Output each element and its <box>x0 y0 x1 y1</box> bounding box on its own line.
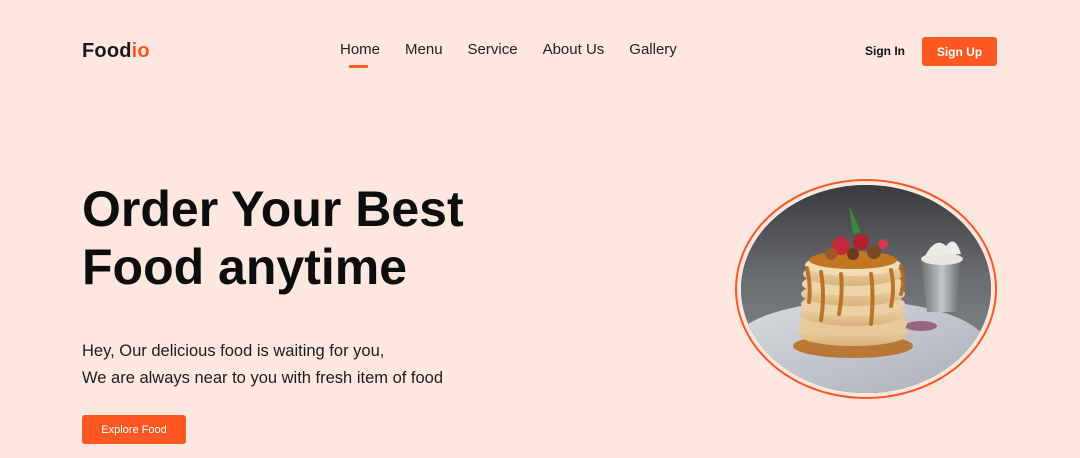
hero-subtitle-line-1: Hey, Our delicious food is waiting for y… <box>82 342 385 360</box>
nav-item-service[interactable]: Service <box>468 41 518 58</box>
brand-logo[interactable]: Foodio <box>82 40 150 63</box>
hero-title-line-1: Order Your Best <box>82 181 464 237</box>
hero-subtitle: Hey, Our delicious food is waiting for y… <box>82 338 562 392</box>
nav-item-gallery[interactable]: Gallery <box>629 41 677 58</box>
explore-food-button[interactable]: Explore Food <box>82 415 186 444</box>
brand-name-main: Food <box>82 40 132 62</box>
hero-title: Order Your Best Food anytime <box>82 180 542 296</box>
sign-up-button[interactable]: Sign Up <box>922 37 997 66</box>
hero-title-line-2: Food anytime <box>82 239 408 295</box>
sign-in-link[interactable]: Sign In <box>865 44 905 58</box>
main-nav: Home Menu Service About Us Gallery <box>340 41 677 68</box>
hero-subtitle-line-2: We are always near to you with fresh ite… <box>82 369 444 387</box>
nav-item-home[interactable]: Home <box>340 41 380 68</box>
hero-image-frame <box>735 179 997 399</box>
pancake-illustration <box>741 185 991 393</box>
pancake-stack-image <box>741 185 991 393</box>
nav-item-about-us[interactable]: About Us <box>543 41 605 58</box>
nav-item-menu[interactable]: Menu <box>405 41 443 58</box>
brand-name-accent: io <box>131 40 150 62</box>
page: Foodio Home Menu Service About Us Galler… <box>0 0 1080 458</box>
